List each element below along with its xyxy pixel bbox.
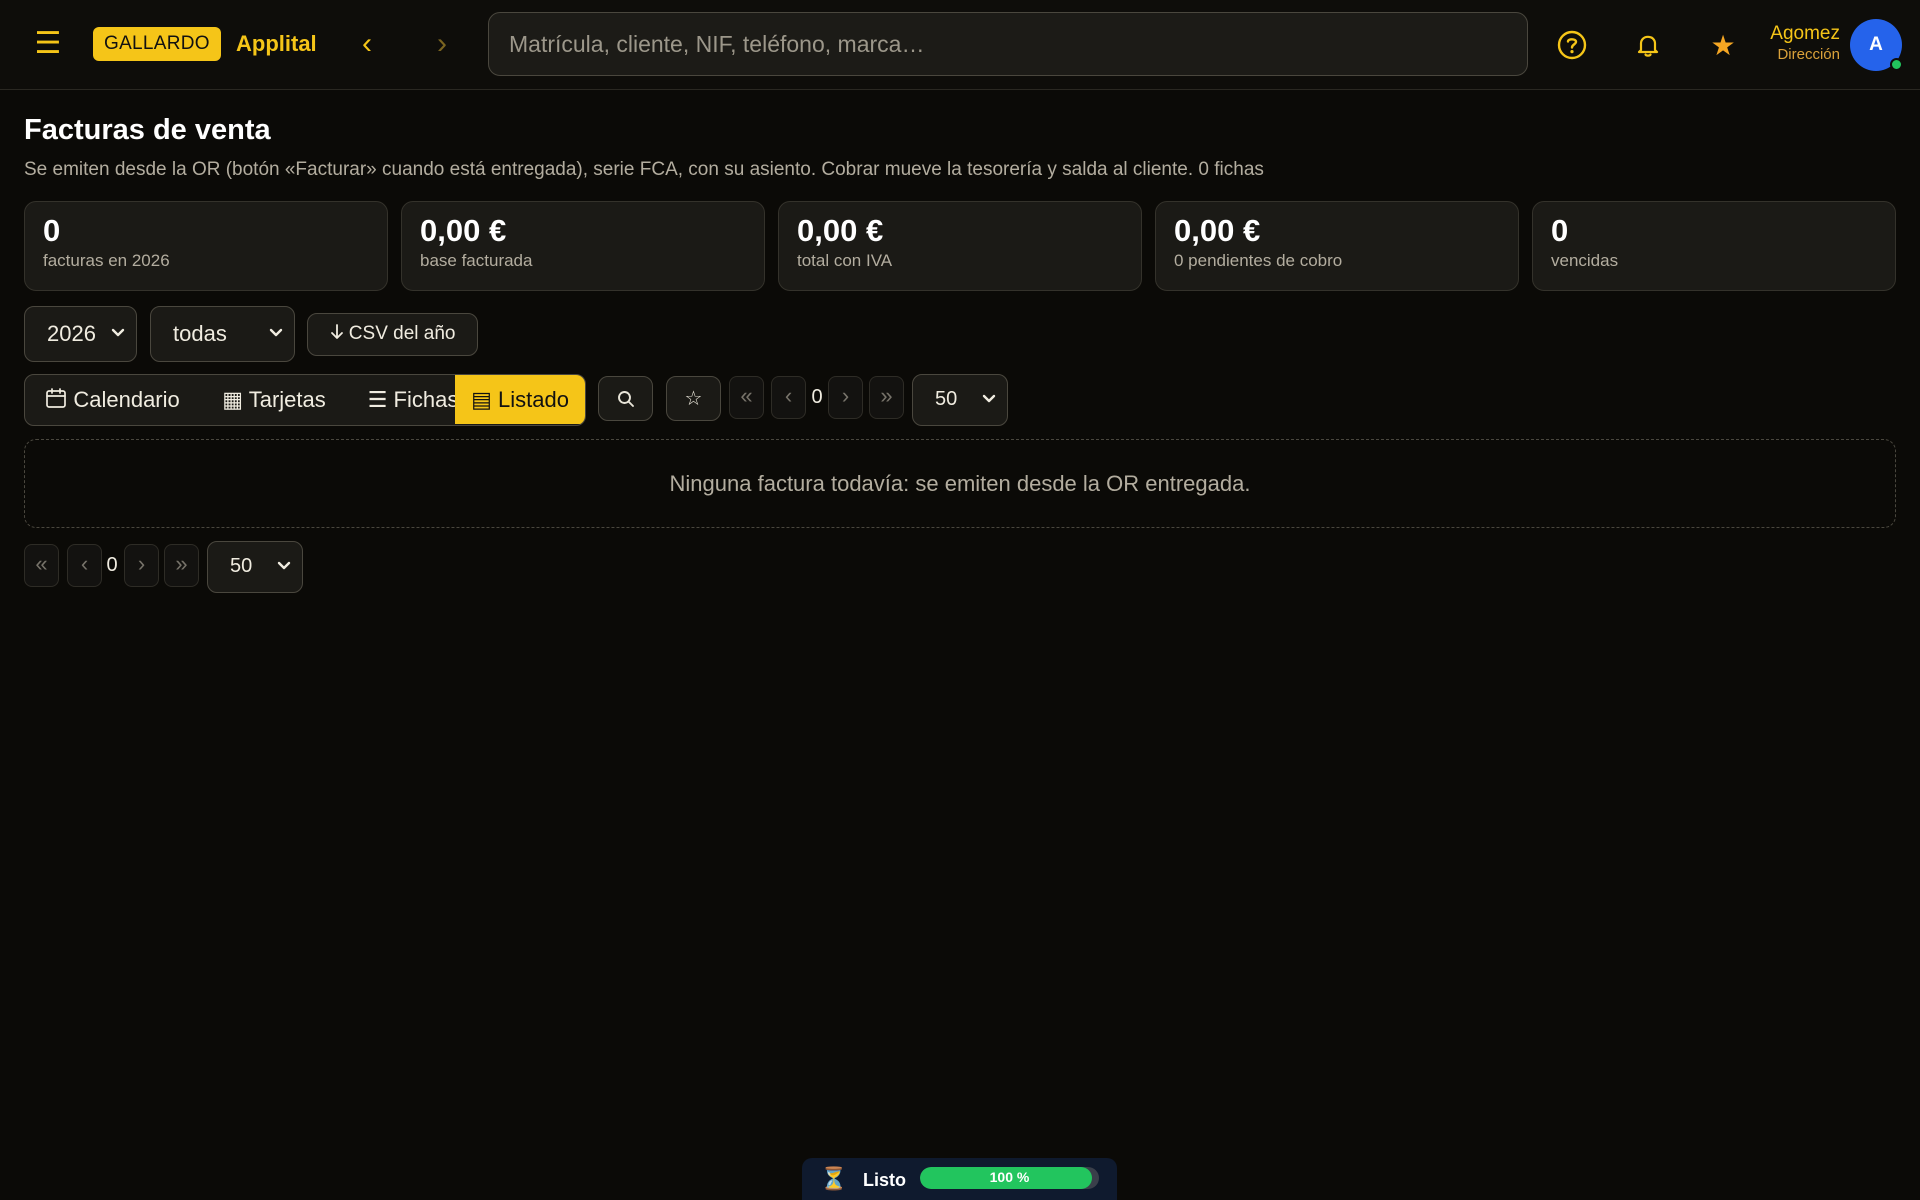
year-select-value: 2026 (47, 321, 96, 346)
download-arrow-icon (330, 323, 349, 344)
bell-icon (1637, 35, 1659, 57)
page-size-select[interactable]: 50 (207, 541, 303, 593)
tab-listado[interactable]: ▤ Listado (455, 375, 585, 424)
page-number: 0 (106, 554, 118, 576)
status-select-value: todas (173, 321, 227, 346)
page-number: 0 (811, 386, 823, 408)
kpi-value: 0,00 € (797, 213, 884, 248)
tab-label: Fichas (393, 387, 459, 412)
page-size-value: 50 (230, 555, 253, 577)
star-outline-icon: ☆ (684, 388, 703, 410)
kpi-label: facturas en 2026 (43, 251, 170, 270)
user-role: Dirección (1777, 46, 1840, 63)
csv-download-label: CSV del año (348, 323, 456, 344)
brand-badge: GALLARDO (93, 27, 221, 61)
kpi-card-overdue: 0 vencidas (1532, 201, 1896, 291)
tab-label: Tarjetas (248, 387, 326, 412)
next-page-button[interactable]: › (828, 376, 863, 419)
chevron-down-icon (268, 307, 284, 381)
empty-state: Ninguna factura todavía: se emiten desde… (24, 439, 1896, 528)
status-bar: ⏳ Listo 100 % (802, 1158, 1117, 1200)
page-subtitle: Se emiten desde la OR (botón «Facturar» … (24, 159, 1264, 180)
list-icon: ☰ (367, 387, 388, 412)
star-icon: ★ (1710, 29, 1736, 61)
view-switcher: Calendario ▦ Tarjetas ☰ Fichas ▤ Listado (24, 374, 586, 426)
online-status-dot (1890, 58, 1903, 71)
user-name: Agomez (1770, 23, 1840, 44)
kpi-label: 0 pendientes de cobro (1174, 251, 1343, 270)
status-select[interactable]: todas (150, 306, 295, 362)
last-page-button[interactable]: » (164, 544, 199, 587)
brand-name[interactable]: Applital (236, 29, 317, 59)
kpi-card-total: 0,00 € total con IVA (778, 201, 1142, 291)
favorite-filter-button[interactable]: ☆ (666, 376, 721, 421)
kpi-value: 0 (43, 213, 61, 248)
page-title: Facturas de venta (24, 114, 271, 146)
kpi-card-pending: 0,00 € 0 pendientes de cobro (1155, 201, 1519, 291)
grid-icon: ▦ (222, 387, 244, 412)
tab-label: Listado (497, 387, 569, 412)
progress-text: 100 % (989, 1169, 1030, 1185)
user-info[interactable]: Agomez Dirección (1760, 22, 1840, 64)
favorites-button[interactable]: ★ (1702, 24, 1744, 66)
tab-calendario[interactable]: Calendario (25, 375, 200, 424)
first-page-button[interactable]: « (729, 376, 764, 419)
chevron-down-icon (110, 307, 126, 381)
kpi-label: base facturada (420, 251, 533, 270)
top-bar: ☰ GALLARDO Applital ‹ › ★ Agomez Direcci… (0, 0, 1920, 90)
kpi-value: 0,00 € (1174, 213, 1261, 248)
chevron-down-icon (981, 375, 997, 443)
kpi-value: 0,00 € (420, 213, 507, 248)
first-page-button[interactable]: « (24, 544, 59, 587)
help-icon (1557, 30, 1587, 60)
last-page-button[interactable]: » (869, 376, 904, 419)
kpi-value: 0 (1551, 213, 1569, 248)
empty-state-message: Ninguna factura todavía: se emiten desde… (669, 470, 1251, 496)
search-icon (617, 390, 634, 407)
search-input[interactable] (488, 12, 1528, 76)
progress-bar: 100 % (920, 1167, 1099, 1189)
csv-download-button[interactable]: CSV del año (307, 313, 478, 356)
kpi-label: total con IVA (797, 251, 893, 270)
status-label: Listo (863, 1170, 906, 1190)
table-icon: ▤ (471, 387, 492, 412)
notifications-button[interactable] (1627, 24, 1669, 66)
kpi-label: vencidas (1551, 251, 1619, 270)
prev-page-button[interactable]: ‹ (67, 544, 102, 587)
year-select[interactable]: 2026 (24, 306, 137, 362)
kpi-card-base: 0,00 € base facturada (401, 201, 765, 291)
kpi-card-invoices: 0 facturas en 2026 (24, 201, 388, 291)
page-size-value: 50 (935, 388, 958, 410)
page-size-select[interactable]: 50 (912, 374, 1008, 426)
chevron-down-icon (276, 542, 292, 610)
back-button[interactable]: ‹ (347, 24, 387, 64)
hamburger-menu-button[interactable]: ☰ (30, 24, 66, 64)
forward-button[interactable]: › (422, 24, 462, 64)
prev-page-button[interactable]: ‹ (771, 376, 806, 419)
tab-label: Calendario (73, 387, 180, 412)
next-page-button[interactable]: › (124, 544, 159, 587)
calendar-icon (45, 387, 73, 412)
hourglass-icon: ⏳ (820, 1166, 848, 1191)
tab-tarjetas[interactable]: ▦ Tarjetas (200, 375, 348, 424)
search-button[interactable] (598, 376, 653, 421)
help-button[interactable] (1551, 24, 1593, 66)
